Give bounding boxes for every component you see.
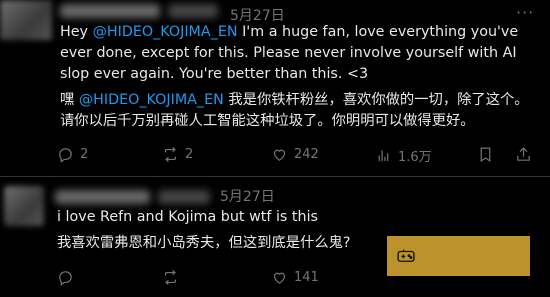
reply-button[interactable]: 2 xyxy=(57,146,88,163)
reply-icon xyxy=(59,271,72,286)
reply-button[interactable] xyxy=(57,269,80,286)
views-count: 1.6万 xyxy=(398,150,432,165)
mention-link[interactable]: @HIDEO_KOJIMA_EN xyxy=(79,92,224,108)
display-name-blurred[interactable] xyxy=(60,4,160,18)
share-button[interactable] xyxy=(515,146,532,163)
like-icon xyxy=(273,272,286,284)
tweet-text-chinese: 嘿 @HIDEO_KOJIMA_EN 我是你铁杆粉丝，喜欢你做的一切，除了这个。… xyxy=(60,92,529,129)
like-count: 141 xyxy=(294,270,319,285)
bookmark-icon xyxy=(480,147,491,163)
like-count: 242 xyxy=(294,147,319,162)
reply-icon xyxy=(59,148,72,163)
divider xyxy=(0,176,550,177)
tweet-reply-1[interactable]: 5月27日 ··· Hey @HIDEO_KOJIMA_EN I'm a hug… xyxy=(0,0,550,178)
like-button[interactable]: 242 xyxy=(271,146,319,163)
share-icon xyxy=(517,147,530,161)
repost-icon xyxy=(164,146,177,163)
more-options-button[interactable]: ··· xyxy=(516,3,534,22)
tweet-text-english: i love Refn and Kojima but wtf is this xyxy=(57,209,319,225)
tweet-text-english: Hey @HIDEO_KOJIMA_EN I'm a huge fan, lov… xyxy=(60,24,519,82)
bookmark-button[interactable] xyxy=(477,146,494,163)
handle-blurred xyxy=(168,4,218,18)
game-overlay-widget[interactable] xyxy=(387,236,530,276)
avatar[interactable] xyxy=(0,0,52,40)
like-icon xyxy=(273,149,286,161)
handle-blurred xyxy=(158,190,210,204)
repost-count: 2 xyxy=(185,147,194,162)
repost-button[interactable] xyxy=(162,269,185,286)
reply-count: 2 xyxy=(80,147,89,162)
display-name-blurred[interactable] xyxy=(55,190,150,204)
repost-icon xyxy=(164,269,177,286)
views-icon xyxy=(378,150,389,162)
mention-link[interactable]: @HIDEO_KOJIMA_EN xyxy=(93,24,238,40)
tweet-actions: 2 2 242 1.6万 xyxy=(57,146,537,166)
gamepad-icon xyxy=(397,249,415,262)
post-date[interactable]: 5月27日 xyxy=(220,186,275,206)
like-button[interactable]: 141 xyxy=(271,269,319,286)
avatar[interactable] xyxy=(4,186,44,226)
repost-button[interactable]: 2 xyxy=(162,146,193,163)
views-button[interactable]: 1.6万 xyxy=(375,146,432,165)
